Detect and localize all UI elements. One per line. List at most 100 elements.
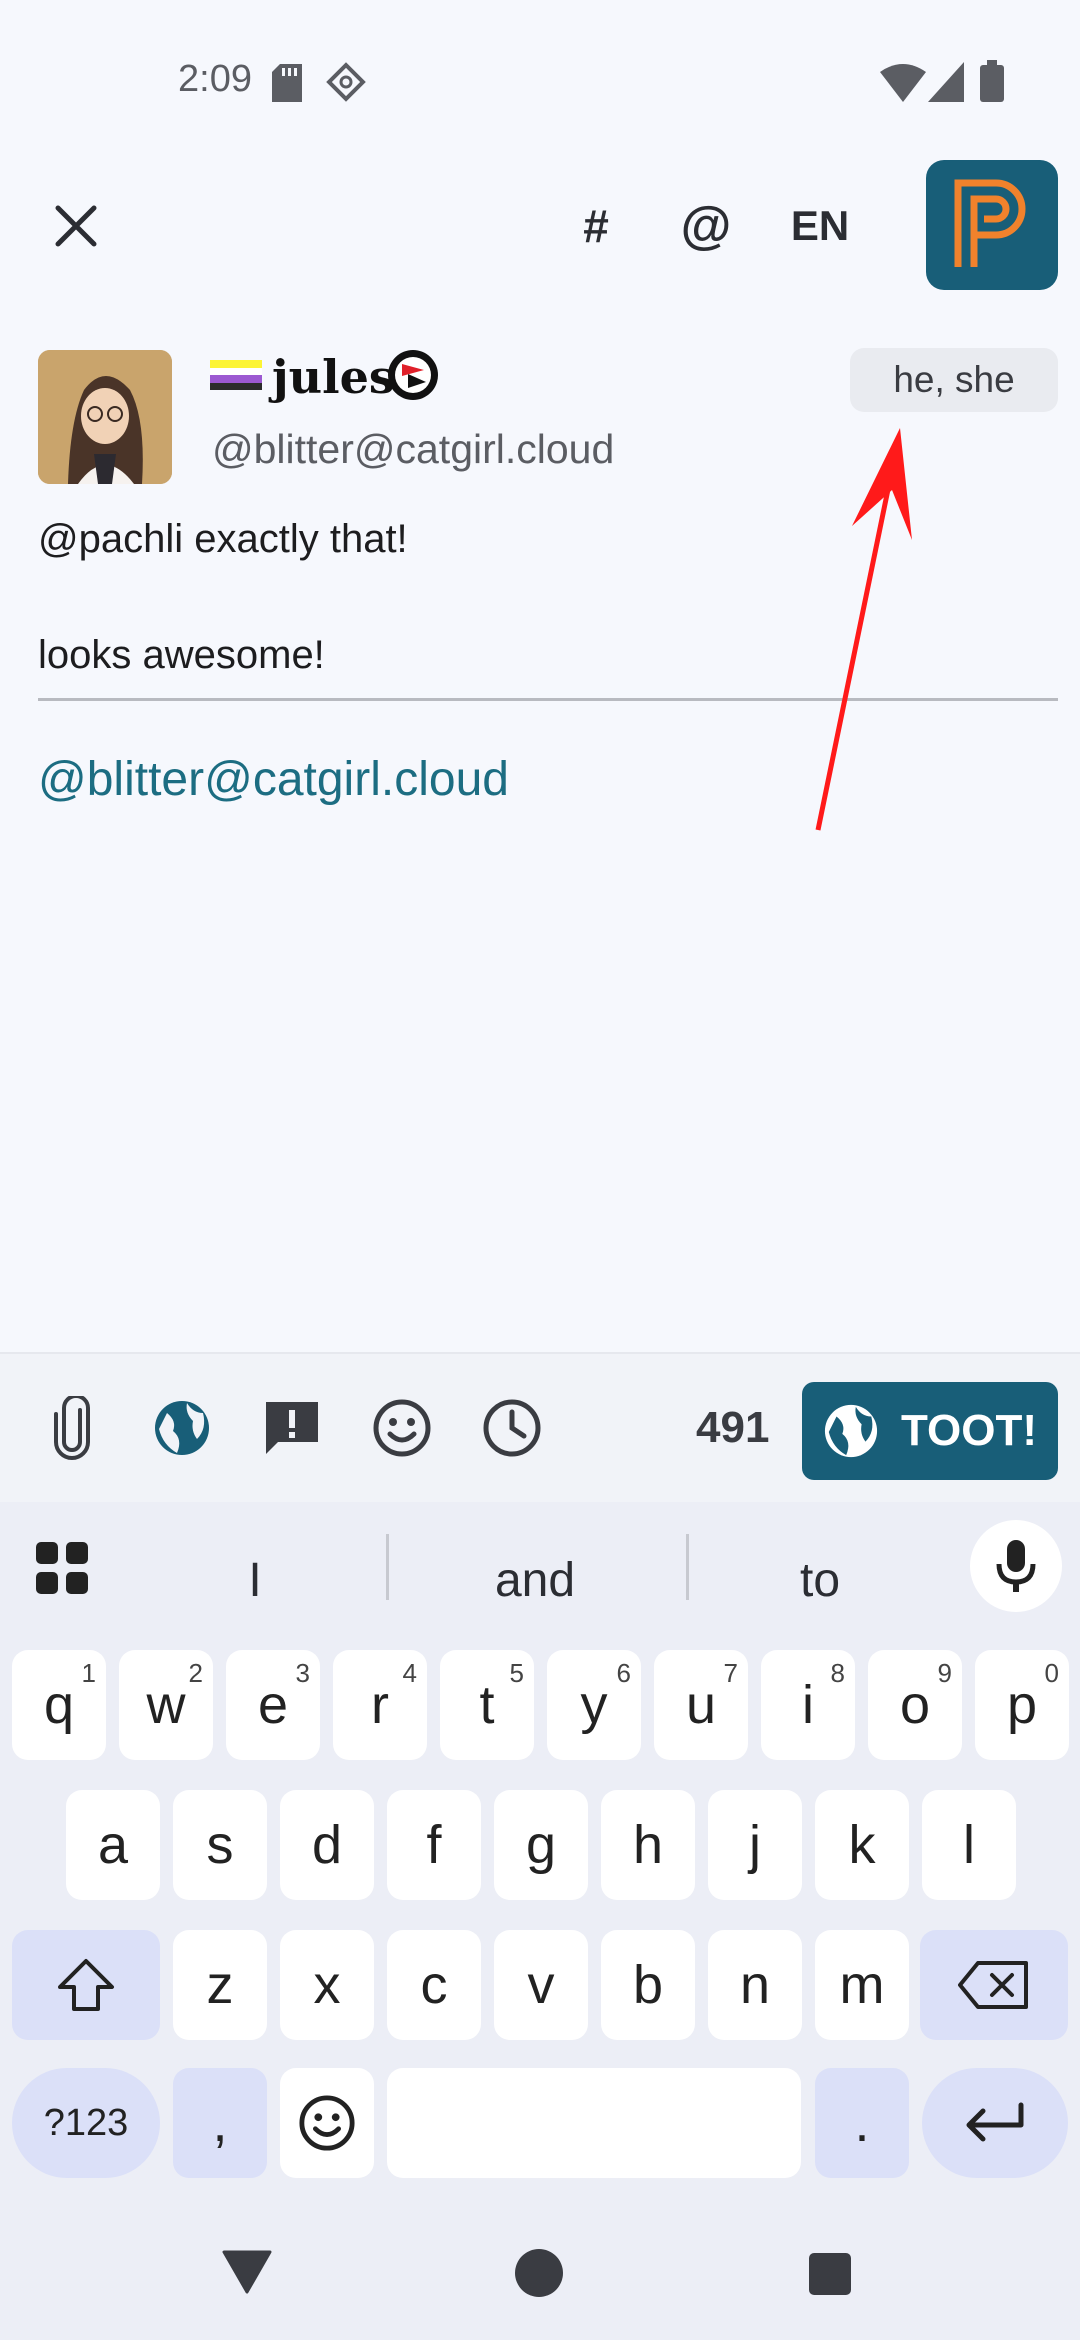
key-hint: 9 [937,1658,952,1688]
mention-button[interactable]: @ [670,190,742,262]
suggestion-divider [686,1534,689,1600]
key-label: w [146,1675,186,1735]
key-d[interactable]: d [280,1790,374,1900]
comma-key[interactable]: , [173,2068,267,2178]
globe-icon [155,1401,209,1455]
antifa-emoji-icon [388,350,438,400]
app-notification-icon [326,62,366,102]
key-f[interactable]: f [387,1790,481,1900]
sd-card-icon [272,64,302,102]
key-n[interactable]: n [708,1930,802,2040]
space-key[interactable] [387,2068,801,2178]
display-name: jules [272,350,395,404]
visibility-button[interactable] [146,1392,218,1464]
voice-input-button[interactable] [970,1520,1062,1612]
key-hint: 3 [295,1658,310,1688]
enter-key[interactable] [922,2068,1068,2178]
key-e[interactable]: e3 [226,1650,320,1760]
key-hint: 0 [1044,1658,1059,1688]
language-button[interactable]: EN [770,190,870,262]
pachli-logo-icon [954,179,1026,267]
home-nav-icon[interactable] [514,2248,564,2298]
key-t[interactable]: t5 [440,1650,534,1760]
close-icon [55,205,97,247]
emoji-button[interactable] [366,1392,438,1464]
avatar[interactable] [38,350,172,484]
key-r[interactable]: r4 [333,1650,427,1760]
key-label: u [685,1675,717,1735]
keyboard-menu-button[interactable] [34,1540,90,1596]
key-g[interactable]: g [494,1790,588,1900]
apps-grid-icon [36,1542,88,1594]
reply-status-text: @pachli exactly that! looks awesome! [38,517,408,677]
recents-nav-icon[interactable] [808,2252,852,2296]
content-warning-button[interactable] [256,1392,328,1464]
key-label: e [257,1675,289,1735]
key-x[interactable]: x [280,1930,374,2040]
key-w[interactable]: w2 [119,1650,213,1760]
key-y[interactable]: y6 [547,1650,641,1760]
key-c[interactable]: c [387,1930,481,2040]
account-avatar-logo[interactable] [926,160,1058,290]
key-hint: 1 [81,1658,96,1688]
suggestion-divider [386,1534,389,1600]
globe-icon [824,1404,878,1458]
key-z[interactable]: z [173,1930,267,2040]
back-nav-icon[interactable] [222,2250,272,2294]
suggestion-3[interactable]: to [740,1540,900,1620]
smiley-icon [299,2095,355,2151]
smiley-icon [373,1399,431,1457]
key-s[interactable]: s [173,1790,267,1900]
character-count: 491 [696,1403,770,1452]
key-hint: 7 [723,1658,738,1688]
status-time: 2:09 [178,58,252,100]
backspace-icon [958,1961,1028,2009]
attach-button[interactable] [36,1392,108,1464]
key-label: r [371,1675,389,1735]
cell-signal-icon [928,62,964,102]
key-b[interactable]: b [601,1930,695,2040]
battery-icon [980,60,1004,102]
key-v[interactable]: v [494,1930,588,2040]
wifi-icon [880,64,926,102]
period-key[interactable]: . [815,2068,909,2178]
key-hint: 6 [616,1658,631,1688]
toot-button[interactable]: TOOT! [802,1382,1058,1480]
key-h[interactable]: h [601,1790,695,1900]
suggestion-1[interactable]: I [200,1540,310,1620]
enter-arrow-icon [966,2102,1024,2142]
hashtag-button[interactable]: # [560,190,632,262]
shift-arrow-icon [58,1959,114,2011]
nonbinary-flag-icon [210,360,262,390]
key-p[interactable]: p0 [975,1650,1069,1760]
key-hint: 8 [830,1658,845,1688]
symbols-key[interactable]: ?123 [12,2068,160,2178]
suggestion-2[interactable]: and [440,1540,630,1620]
key-u[interactable]: u7 [654,1650,748,1760]
key-label: i [802,1675,814,1735]
key-label: o [899,1675,931,1735]
backspace-key[interactable] [920,1930,1068,2040]
key-l[interactable]: l [922,1790,1016,1900]
key-label: t [479,1675,495,1735]
key-i[interactable]: i8 [761,1650,855,1760]
key-a[interactable]: a [66,1790,160,1900]
schedule-button[interactable] [476,1392,548,1464]
shift-key[interactable] [12,1930,160,2040]
clock-icon [483,1399,541,1457]
microphone-icon [996,1540,1036,1592]
key-hint: 2 [188,1658,203,1688]
toot-label: TOOT! [900,1406,1038,1455]
emoji-key[interactable] [280,2068,374,2178]
key-o[interactable]: o9 [868,1650,962,1760]
reply-handle: @blitter@catgirl.cloud [212,426,615,472]
key-q[interactable]: q1 [12,1650,106,1760]
key-j[interactable]: j [708,1790,802,1900]
key-k[interactable]: k [815,1790,909,1900]
compose-text-field[interactable]: @blitter@catgirl.cloud [38,752,509,807]
report-bubble-icon [266,1402,318,1454]
close-button[interactable] [40,190,112,262]
key-m[interactable]: m [815,1930,909,2040]
key-hint: 5 [509,1658,524,1688]
key-label: q [43,1675,75,1735]
